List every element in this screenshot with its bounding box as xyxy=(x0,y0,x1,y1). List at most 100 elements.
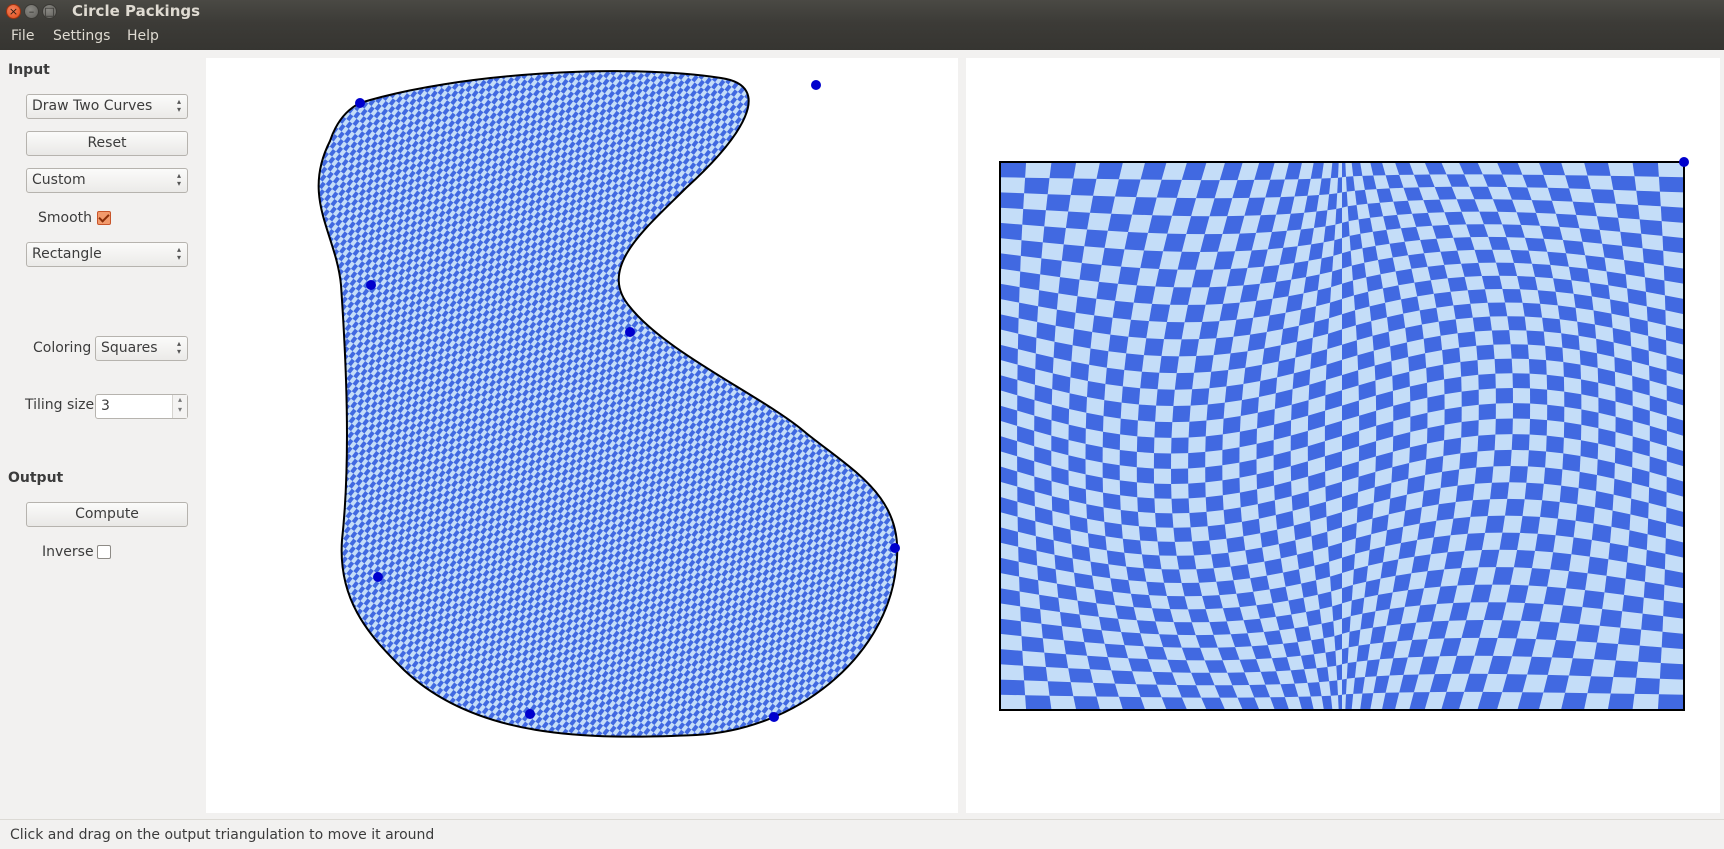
output-tile xyxy=(1137,497,1156,513)
input-canvas[interactable] xyxy=(206,58,958,813)
output-tile xyxy=(1663,600,1684,619)
output-tile xyxy=(1540,500,1560,519)
tiling-size-value: 3 xyxy=(101,398,110,414)
output-tile xyxy=(1662,235,1684,254)
output-tile xyxy=(1211,552,1231,569)
output-tile xyxy=(1122,538,1142,555)
spin-arrows-icon[interactable]: ▴ ▾ xyxy=(172,395,187,418)
control-point[interactable] xyxy=(355,98,365,108)
menu-file[interactable]: File xyxy=(11,28,34,44)
output-tile xyxy=(1024,177,1050,195)
output-tile xyxy=(1602,243,1624,260)
output-tile xyxy=(1096,281,1118,301)
target-shape-select[interactable]: Rectangle ▴ ▾ xyxy=(26,242,188,267)
output-tile xyxy=(1206,402,1225,421)
output-tile xyxy=(1632,162,1659,177)
output-tile xyxy=(1230,564,1251,581)
output-tile xyxy=(1494,358,1513,374)
output-tile xyxy=(1115,179,1141,198)
output-tile xyxy=(1136,436,1155,454)
coloring-select[interactable]: Squares ▴ ▾ xyxy=(95,336,188,361)
maximize-window-button[interactable]: □ xyxy=(42,4,57,19)
output-tile xyxy=(1172,405,1191,423)
output-tile xyxy=(1547,251,1569,267)
output-tile xyxy=(1130,593,1152,609)
output-tile xyxy=(1105,367,1125,387)
output-tile xyxy=(1461,420,1479,438)
menu-settings[interactable]: Settings xyxy=(53,28,110,44)
tiling-size-spinbox[interactable]: 3 ▴ ▾ xyxy=(95,394,188,419)
output-tile xyxy=(1442,347,1461,365)
output-tile xyxy=(1202,595,1223,610)
output-tile xyxy=(1596,216,1621,232)
output-tile xyxy=(1141,554,1162,570)
menu-help[interactable]: Help xyxy=(127,28,159,44)
output-tile xyxy=(1199,321,1220,340)
control-point[interactable] xyxy=(811,80,821,90)
output-tile xyxy=(1042,226,1066,245)
output-tile xyxy=(1590,189,1616,204)
control-point[interactable] xyxy=(769,712,779,722)
output-tile xyxy=(1615,203,1640,220)
inverse-checkbox[interactable] xyxy=(97,545,111,559)
window-title: Circle Packings xyxy=(72,2,201,20)
input-mode-select[interactable]: Draw Two Curves ▴ ▾ xyxy=(26,94,188,119)
output-tile xyxy=(1102,431,1121,450)
output-tile xyxy=(1222,447,1240,466)
output-tile xyxy=(1336,664,1342,681)
output-tile xyxy=(1660,206,1684,223)
output-tile xyxy=(1511,434,1530,451)
output-tile xyxy=(1049,162,1077,179)
output-tile xyxy=(1562,240,1586,256)
close-window-button[interactable]: × xyxy=(6,4,21,19)
control-point[interactable] xyxy=(366,280,376,290)
output-tile xyxy=(1421,488,1441,508)
output-tile xyxy=(1502,289,1523,303)
output-tile xyxy=(1025,695,1052,710)
preset-select[interactable]: Custom ▴ ▾ xyxy=(26,168,188,193)
canvas-divider[interactable] xyxy=(958,58,966,813)
output-tile xyxy=(1061,244,1085,263)
control-point[interactable] xyxy=(625,327,635,337)
control-point[interactable] xyxy=(525,709,535,719)
output-tile xyxy=(1481,275,1503,290)
output-tile xyxy=(1338,694,1342,710)
output-tile xyxy=(1620,231,1643,249)
output-drawing[interactable] xyxy=(966,58,1720,813)
output-tile xyxy=(1430,535,1451,555)
minimize-window-button[interactable]: – xyxy=(24,4,39,19)
output-tile xyxy=(1559,605,1583,625)
output-tile xyxy=(1579,228,1603,244)
output-tile xyxy=(1568,266,1590,283)
output-tile xyxy=(1137,404,1157,422)
output-tile xyxy=(1119,450,1137,468)
output-canvas[interactable] xyxy=(966,58,1720,813)
output-tile xyxy=(1222,416,1241,435)
reset-button[interactable]: Reset xyxy=(26,131,188,156)
control-point[interactable] xyxy=(890,543,900,553)
input-drawing[interactable] xyxy=(206,58,958,813)
output-tile xyxy=(1342,647,1349,665)
output-tile xyxy=(1000,192,1025,209)
output-tile xyxy=(1543,467,1563,486)
smooth-checkbox[interactable] xyxy=(97,211,111,225)
output-tile xyxy=(1543,674,1569,693)
output-tile xyxy=(1154,483,1172,499)
output-tile xyxy=(1604,575,1626,595)
output-tile xyxy=(1342,250,1352,269)
output-tile xyxy=(1045,194,1071,212)
output-tile xyxy=(1524,482,1544,501)
output-tile xyxy=(1618,627,1642,646)
input-region[interactable] xyxy=(317,70,899,738)
output-tile xyxy=(1000,618,1022,637)
select-arrows-icon: ▴ ▾ xyxy=(176,339,181,356)
compute-button[interactable]: Compute xyxy=(26,502,188,527)
output-tile xyxy=(1542,317,1562,334)
output-tile xyxy=(1124,232,1148,251)
output-handle-point[interactable] xyxy=(1679,157,1689,167)
control-point[interactable] xyxy=(373,572,383,582)
output-tile xyxy=(1154,421,1173,438)
output-tile xyxy=(1507,316,1527,331)
output-tile xyxy=(1536,621,1560,640)
output-tile xyxy=(1639,219,1663,236)
